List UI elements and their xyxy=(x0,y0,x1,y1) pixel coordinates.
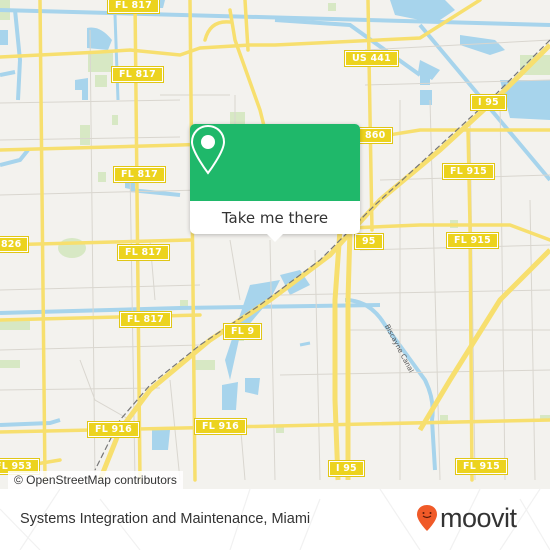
road-shield: 95 xyxy=(354,233,384,250)
road-shield: FL 817 xyxy=(117,244,170,261)
shield-label: FL 817 xyxy=(127,314,164,325)
shield-label: 826 xyxy=(1,239,22,250)
road-shield: FL 817 xyxy=(113,166,166,183)
shield-label: FL 817 xyxy=(115,0,152,11)
location-popup: Take me there xyxy=(190,124,360,242)
shield-label: FL 916 xyxy=(95,424,132,435)
shield-label: FL 915 xyxy=(450,166,487,177)
footer: Systems Integration and Maintenance, Mia… xyxy=(0,489,550,550)
place-name: Systems Integration and Maintenance, Mia… xyxy=(20,511,311,527)
road-shield: FL 915 xyxy=(442,163,495,180)
shield-label: 95 xyxy=(362,236,376,247)
shield-label: FL 915 xyxy=(463,461,500,472)
take-me-there-button[interactable]: Take me there xyxy=(190,201,360,234)
road-shield: I 95 xyxy=(470,94,507,111)
shield-label: 860 xyxy=(365,130,386,141)
shield-label: FL 9 xyxy=(231,326,255,337)
shield-label: FL 817 xyxy=(121,169,158,180)
road-shield: FL 916 xyxy=(194,418,247,435)
map-view[interactable]: FL 817 FL 817 FL 817 FL 817 FL 817 US 44… xyxy=(0,0,550,489)
road-shield: FL 916 xyxy=(87,421,140,438)
shield-label: FL 915 xyxy=(454,235,491,246)
shield-label: I 95 xyxy=(336,463,357,474)
shield-label: US 441 xyxy=(352,53,391,64)
road-shield: FL 915 xyxy=(446,232,499,249)
moovit-pin-icon xyxy=(417,505,437,531)
moovit-logo[interactable]: moovit xyxy=(416,503,517,533)
road-shield: I 95 xyxy=(328,460,365,477)
brand-name: moovit xyxy=(440,503,517,533)
road-shield: 826 xyxy=(0,236,30,253)
popup-pointer xyxy=(267,234,283,242)
road-shield: FL 9 xyxy=(222,323,263,340)
shield-label: I 95 xyxy=(478,97,499,108)
map-attribution[interactable]: © OpenStreetMap contributors xyxy=(8,471,183,489)
road-shield: 860 xyxy=(356,127,394,144)
road-shield: US 441 xyxy=(344,50,399,67)
road-shield: FL 817 xyxy=(111,66,164,83)
shield-label: FL 817 xyxy=(119,69,156,80)
location-pin-icon xyxy=(190,124,226,175)
popup-header xyxy=(190,124,360,201)
shield-label: FL 916 xyxy=(202,421,239,432)
road-shield: FL 817 xyxy=(107,0,160,14)
road-shield: FL 817 xyxy=(119,311,172,328)
road-shield: FL 915 xyxy=(455,458,508,475)
shield-label: FL 817 xyxy=(125,247,162,258)
highways xyxy=(97,43,550,481)
